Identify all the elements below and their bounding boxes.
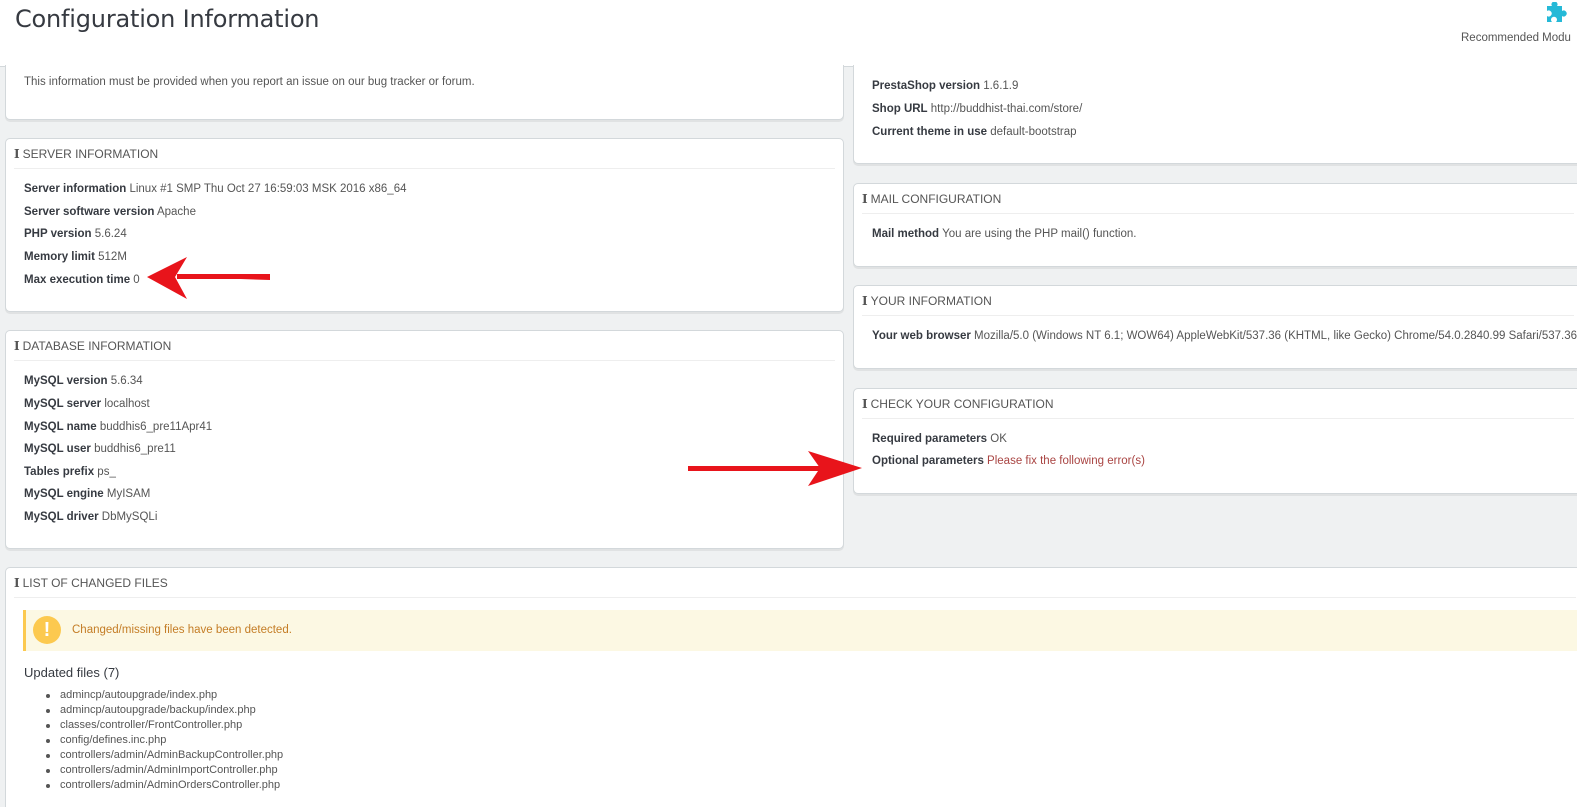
updated-files-title: Updated files (7) — [24, 665, 120, 680]
mail-configuration-panel: i MAIL CONFIGURATION Mail method You are … — [853, 183, 1577, 267]
changed-files-panel: i LIST OF CHANGED FILES ! Changed/missing… — [5, 567, 1577, 807]
list-item: config/defines.inc.php — [42, 733, 283, 748]
list-item: controllers/admin/AdminBackupController.… — [42, 748, 283, 763]
your-information-panel: i YOUR INFORMATION Your web browser Mozil… — [853, 285, 1577, 369]
mysql-engine-row: MySQL engine MyISAM — [24, 488, 151, 500]
tables-prefix-row: Tables prefix ps_ — [24, 466, 116, 478]
exclamation-icon: ! — [33, 616, 61, 644]
info-icon: i — [14, 147, 20, 161]
mysql-driver-row: MySQL driver DbMySQLi — [24, 511, 158, 523]
page-header: Configuration Information Recommended Mo… — [0, 0, 1577, 67]
mysql-name-row: MySQL name buddhis6_pre11Apr41 — [24, 421, 213, 433]
mail-method-row: Mail method You are using the PHP mail()… — [872, 228, 1137, 240]
info-icon: i — [862, 294, 868, 308]
mysql-server-row: MySQL server localhost — [24, 398, 150, 410]
list-item: admincp/autoupgrade/index.php — [42, 688, 283, 703]
required-parameters-row: Required parameters OK — [872, 433, 1007, 445]
list-item: controllers/admin/AdminOrdersController.… — [42, 778, 283, 793]
list-item: admincp/autoupgrade/backup/index.php — [42, 703, 283, 718]
server-information-row: Server information Linux #1 SMP Thu Oct … — [24, 183, 407, 195]
max-execution-time-row: Max execution time 0 — [24, 274, 140, 286]
intro-text: This information must be provided when y… — [24, 76, 475, 88]
server-software-row: Server software version Apache — [24, 206, 196, 218]
list-item: controllers/admin/AdminImportController.… — [42, 763, 283, 778]
your-information-heading: i YOUR INFORMATION — [862, 286, 1574, 316]
annotation-arrow-right — [688, 451, 862, 486]
info-icon: i — [862, 192, 868, 206]
annotation-arrow-left — [147, 257, 270, 299]
changed-files-warning: ! Changed/missing files have been detect… — [23, 610, 1577, 651]
prestashop-version-row: PrestaShop version 1.6.1.9 — [872, 80, 1019, 92]
info-icon: i — [14, 576, 20, 590]
info-icon: i — [14, 339, 20, 353]
php-version-row: PHP version 5.6.24 — [24, 228, 127, 240]
database-information-heading: i DATABASE INFORMATION — [14, 331, 835, 361]
database-information-panel: i DATABASE INFORMATION MySQL version 5.6.… — [5, 330, 844, 549]
recommended-modules-button[interactable]: Recommended Modu — [1455, 0, 1577, 60]
page-title: Configuration Information — [15, 5, 320, 33]
shop-url-row: Shop URL http://buddhist-thai.com/store/ — [872, 103, 1083, 115]
mysql-version-row: MySQL version 5.6.34 — [24, 375, 143, 387]
puzzle-piece-icon — [1547, 2, 1567, 22]
check-configuration-heading: i CHECK YOUR CONFIGURATION — [862, 389, 1574, 419]
memory-limit-row: Memory limit 512M — [24, 251, 127, 263]
server-information-panel: i SERVER INFORMATION Server information L… — [5, 138, 844, 312]
check-configuration-panel: i CHECK YOUR CONFIGURATION Required param… — [853, 388, 1577, 494]
mysql-user-row: MySQL user buddhis6_pre11 — [24, 443, 176, 455]
warning-text: Changed/missing files have been detected… — [72, 624, 292, 636]
current-theme-row: Current theme in use default-bootstrap — [872, 126, 1077, 138]
mail-configuration-heading: i MAIL CONFIGURATION — [862, 184, 1574, 214]
updated-files-list: admincp/autoupgrade/index.php admincp/au… — [42, 688, 283, 793]
web-browser-row: Your web browser Mozilla/5.0 (Windows NT… — [872, 330, 1577, 342]
changed-files-heading: i LIST OF CHANGED FILES — [14, 568, 1576, 598]
shop-info-panel: PrestaShop version 1.6.1.9 Shop URL http… — [853, 65, 1577, 164]
list-item: classes/controller/FrontController.php — [42, 718, 283, 733]
optional-parameters-row: Optional parameters Please fix the follo… — [872, 455, 1145, 467]
optional-parameters-error: Please fix the following error(s) — [987, 455, 1145, 467]
recommended-modules-label: Recommended Modu — [1461, 32, 1571, 44]
server-information-heading: i SERVER INFORMATION — [14, 139, 835, 169]
info-icon: i — [862, 397, 868, 411]
intro-panel: This information must be provided when y… — [5, 65, 844, 120]
